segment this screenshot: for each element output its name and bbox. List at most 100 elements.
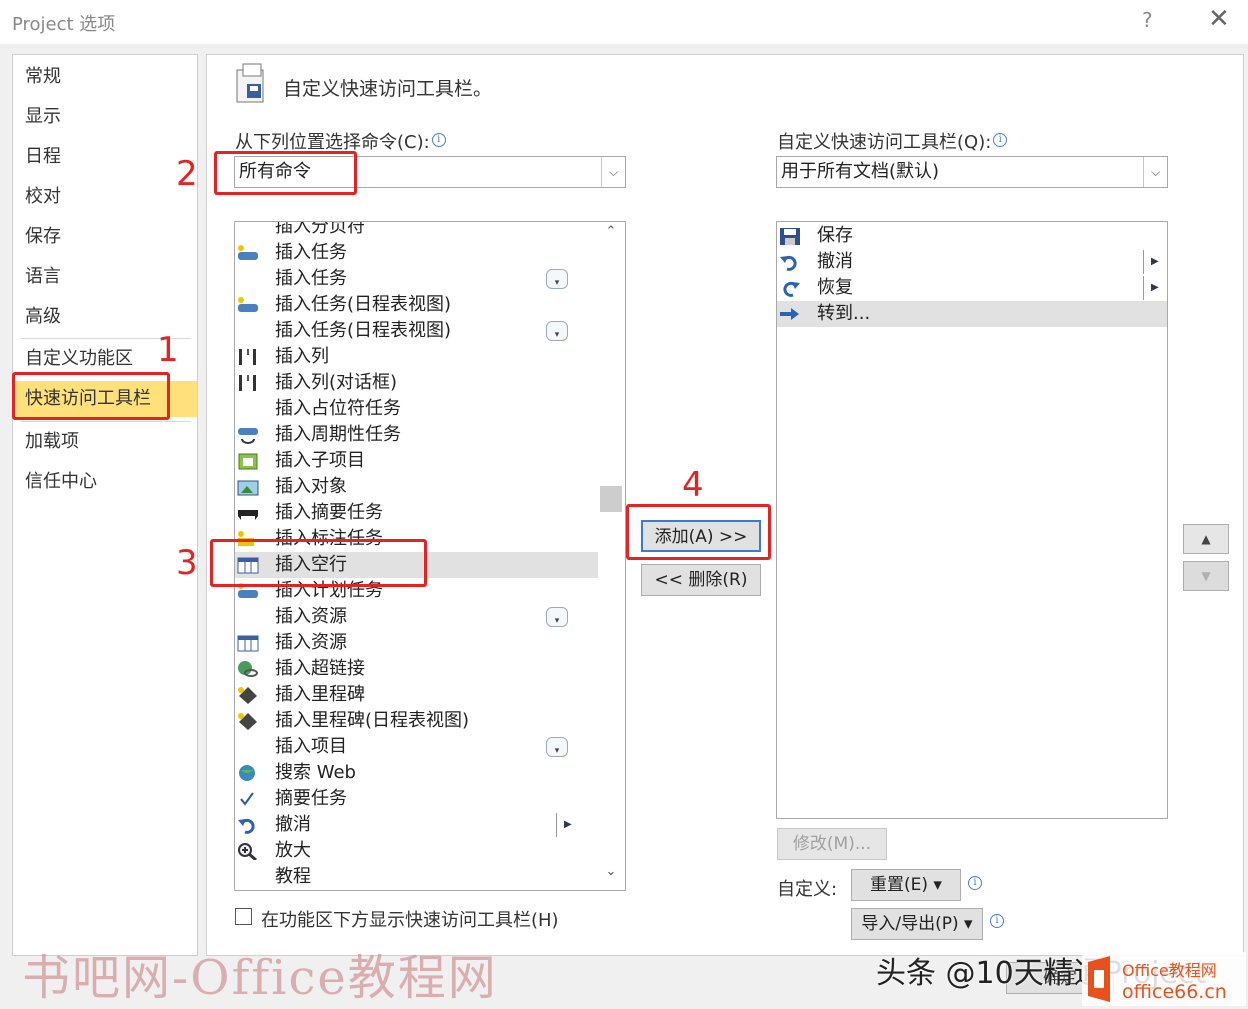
submenu-divider <box>1143 276 1144 300</box>
nav-item-schedule[interactable]: 日程 <box>13 139 197 175</box>
toolbar-command-item[interactable]: 保存 <box>777 223 1167 249</box>
nav-item-general[interactable]: 常规 <box>13 59 197 95</box>
available-command-item[interactable]: 插入对象 <box>235 474 598 500</box>
commands-scrollbar[interactable]: ⌃ ⌄ <box>598 222 624 888</box>
gallery-dropdown-icon: ▾ <box>546 269 568 289</box>
task-icon <box>238 297 258 312</box>
command-label: 插入超链接 <box>275 658 365 679</box>
command-label: 插入资源 <box>275 606 347 627</box>
available-command-item[interactable]: 插入里程碑(日程表视图) <box>235 708 598 734</box>
available-command-item[interactable]: 插入里程碑 <box>235 682 598 708</box>
chevron-down-icon[interactable]: ⌵ <box>1143 157 1167 187</box>
scroll-up-icon[interactable]: ⌃ <box>598 224 624 244</box>
annotation-number-2: 2 <box>176 154 198 194</box>
command-label: 插入标注任务 <box>275 528 383 549</box>
available-command-item[interactable]: 摘要任务 <box>235 786 598 812</box>
available-command-item[interactable]: 插入列 <box>235 344 598 370</box>
command-label: 插入周期性任务 <box>275 424 401 445</box>
available-command-item[interactable]: 搜索 Web <box>235 760 598 786</box>
available-command-item[interactable]: 插入分页符 <box>235 222 598 240</box>
available-command-item[interactable]: 插入任务 ▾ <box>235 266 598 292</box>
redo-icon <box>783 281 800 297</box>
choose-commands-value: 所有命令 <box>239 161 311 182</box>
chevron-down-icon[interactable]: ⌵ <box>601 157 625 187</box>
command-label: 插入占位符任务 <box>275 398 401 419</box>
command-label: 插入资源 <box>275 632 347 653</box>
site-watermark: 书吧网-Office教程网 <box>22 950 498 1006</box>
command-label: 插入对象 <box>275 476 347 497</box>
scroll-thumb[interactable] <box>600 486 622 512</box>
modify-button[interactable]: 修改(M)... <box>777 828 887 860</box>
gallery-dropdown-icon: ▾ <box>546 321 568 341</box>
available-commands-list[interactable]: 插入分页符 插入任务 插入任务 ▾ 插入任务(日程表视图) 插入任务(日程表视图) ▾ 插入列… <box>234 221 626 891</box>
toolbar-scope-combo[interactable]: 用于所有文档(默认) ⌵ <box>776 156 1168 188</box>
goto-icon <box>780 308 799 320</box>
available-command-item[interactable]: 插入计划任务 <box>235 578 598 604</box>
available-command-item[interactable]: 教程 <box>235 864 598 890</box>
table-icon <box>237 635 259 652</box>
nav-divider <box>21 421 191 422</box>
command-label: 撤消 <box>275 814 311 835</box>
nav-item-trust-center[interactable]: 信任中心 <box>13 464 197 500</box>
available-command-item[interactable]: 放大 <box>235 838 598 864</box>
quick-access-toolbar-icon <box>236 63 264 103</box>
annotation-number-1: 1 <box>157 330 179 370</box>
available-command-item[interactable]: 插入空行 <box>235 552 598 578</box>
nav-item-language[interactable]: 语言 <box>13 259 197 295</box>
toolbar-command-item[interactable]: 撤消 ▶ <box>777 249 1167 275</box>
available-command-item[interactable]: 插入周期性任务 <box>235 422 598 448</box>
nav-item-addins[interactable]: 加载项 <box>13 424 197 460</box>
toolbar-command-item[interactable]: 转到... <box>777 301 1167 327</box>
remove-button[interactable]: << 删除(R) <box>641 564 761 596</box>
move-down-button[interactable]: ▼ <box>1183 561 1229 591</box>
import-export-button[interactable]: 导入/导出(P) ▾ <box>851 908 983 940</box>
toolbar-command-item[interactable]: 恢复 ▶ <box>777 275 1167 301</box>
available-command-item[interactable]: 插入超链接 <box>235 656 598 682</box>
available-command-item[interactable]: 插入任务(日程表视图) ▾ <box>235 318 598 344</box>
nav-item-quick-access-toolbar[interactable]: 快速访问工具栏 <box>13 381 197 417</box>
gallery-dropdown-icon: ▾ <box>546 737 568 757</box>
available-command-item[interactable]: 插入子项目 <box>235 448 598 474</box>
info-icon: i <box>990 914 1004 928</box>
office66-logo: Office教程网 office66.cn <box>1082 952 1246 1006</box>
available-command-item[interactable]: 插入资源 <box>235 630 598 656</box>
show-below-ribbon-checkbox[interactable] <box>235 908 252 925</box>
toolbar-commands-list[interactable]: 保存 撤消 ▶ 恢复 ▶ 转到... <box>776 221 1168 819</box>
close-icon[interactable]: ✕ <box>1208 4 1230 34</box>
available-command-item[interactable]: 插入标注任务 <box>235 526 598 552</box>
move-up-button[interactable]: ▲ <box>1183 524 1229 554</box>
available-command-item[interactable]: 插入占位符任务 <box>235 396 598 422</box>
globe-icon <box>239 765 255 781</box>
scroll-down-icon[interactable]: ⌄ <box>598 864 624 884</box>
command-label: 恢复 <box>817 277 853 298</box>
command-label: 插入摘要任务 <box>275 502 383 523</box>
nav-item-proofing[interactable]: 校对 <box>13 179 197 215</box>
available-command-item[interactable]: 插入列(对话框) <box>235 370 598 396</box>
table-icon <box>237 557 259 574</box>
column-icon <box>239 375 256 391</box>
object-icon <box>237 480 259 496</box>
available-command-item[interactable]: 插入资源 ▾ <box>235 604 598 630</box>
help-icon[interactable]: ? <box>1142 8 1153 32</box>
page-heading: 自定义快速访问工具栏。 <box>283 78 493 100</box>
show-below-ribbon-label: 在功能区下方显示快速访问工具栏(H) <box>261 910 559 931</box>
nav-item-display[interactable]: 显示 <box>13 99 197 135</box>
available-command-item[interactable]: 撤消 ▶ <box>235 812 598 838</box>
available-command-item[interactable]: 插入项目 ▾ <box>235 734 598 760</box>
available-command-item[interactable]: 插入任务(日程表视图) <box>235 292 598 318</box>
available-command-item[interactable]: 插入摘要任务 <box>235 500 598 526</box>
nav-item-save[interactable]: 保存 <box>13 219 197 255</box>
available-command-item[interactable]: 插入任务 <box>235 240 598 266</box>
title-bar: Project 选项 ? ✕ <box>0 0 1248 44</box>
task-icon <box>238 583 258 598</box>
submenu-arrow-icon: ▶ <box>1151 282 1159 293</box>
choose-commands-combo[interactable]: 所有命令 ⌵ <box>234 156 626 188</box>
command-label: 插入任务(日程表视图) <box>275 320 452 341</box>
command-label: 插入任务(日程表视图) <box>275 294 452 315</box>
task-icon <box>238 245 258 260</box>
svg-text:Office教程网: Office教程网 <box>1122 961 1217 980</box>
add-button[interactable]: 添加(A) >> <box>641 520 761 552</box>
reset-button[interactable]: 重置(E) ▾ <box>851 869 961 901</box>
toolbar-scope-value: 用于所有文档(默认) <box>781 161 940 182</box>
subproject-icon <box>238 453 258 470</box>
